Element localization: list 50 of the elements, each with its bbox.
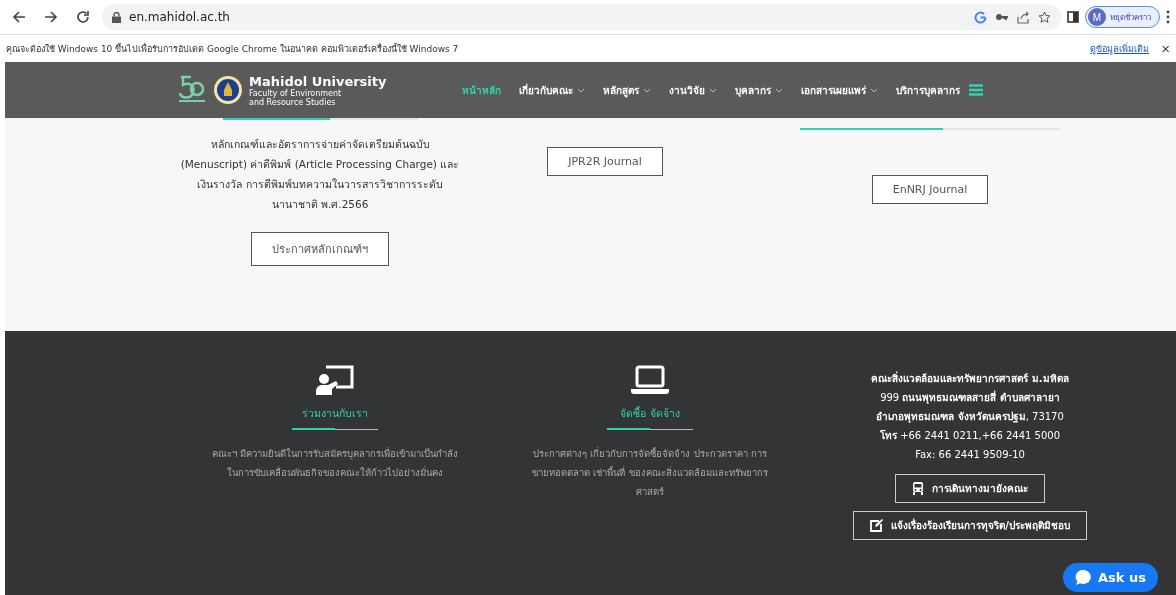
edit-icon [870, 519, 884, 532]
university-seal-icon [213, 75, 243, 105]
close-button[interactable]: × [1161, 40, 1170, 57]
laptop-icon [631, 365, 669, 395]
outline-button[interactable]: ประกาศหลักเกณฑ์ฯ [251, 232, 389, 266]
google-icon[interactable] [974, 10, 987, 24]
footer-description: คณะฯ มีความยินดีในการรับสมัครบุคลากรเพื่อเข้ามาเป็นกำลังในการขับเคลื่อนพันธกิจของคณะให้ก้าวไปอย่างมั่นคง [211, 446, 459, 480]
nav-item[interactable]: หลักสูตร [594, 82, 660, 98]
address-line: อำเภอพุทธมณฑล จังหวัดนครปฐม, 73170 [876, 410, 1064, 425]
nav-item[interactable]: หน้าหลัก [453, 82, 510, 98]
chat-bubble-icon [1075, 569, 1093, 586]
footer-button[interactable]: แจ้งเรื่องร้องเรียนการทุจริต/ประพฤติมิชอบ [853, 511, 1087, 540]
address-bar[interactable]: en.mahidol.ac.th [102, 4, 1061, 30]
url-text: en.mahidol.ac.th [129, 10, 231, 24]
presenter-icon [316, 365, 354, 395]
address-line: 999 ถนนพุทธมณฑลสายสี่ ตำบลศาลายา [880, 389, 1060, 406]
lock-icon [112, 11, 121, 23]
bus-icon [912, 482, 924, 495]
address-line: Fax: 66 2441 9509-10 [915, 448, 1025, 462]
logo-subtitle: and Resource Studies [249, 97, 337, 107]
nav-item[interactable]: เอกสารเผยแพร่ [792, 82, 887, 98]
reload-icon [76, 10, 90, 24]
address-line: คณะสิ่งแวดล้อมและทรัพยากรศาสตร์ ม.มหิดล [871, 370, 1069, 386]
hamburger-menu-icon[interactable] [969, 84, 983, 96]
footer-heading: จัดซื้อ จัดจ้าง [607, 405, 693, 430]
infobar-message: คุณจะต้องใช้ Windows 10 ขึ้นไปเพื่อรับการอัปเดต Google Chrome ในอนาคต คอมพิวเตอร์เครื่องนี้ใช้ Windows 7 [6, 42, 460, 56]
profile-button[interactable]: M หยุดชั่วคราว [1085, 6, 1160, 28]
share-icon[interactable] [1017, 10, 1030, 24]
address-line: โทร +66 2441 0211,+66 2441 5000 [879, 429, 1061, 443]
nav-item[interactable]: บริการบุคลากร [887, 82, 969, 98]
side-panel-icon[interactable] [1067, 11, 1079, 23]
learn-more-link[interactable]: ดูข้อมูลเพิ่มเติม [1090, 41, 1150, 56]
outline-button[interactable]: EnNRJ Journal [871, 175, 989, 204]
logo-subtitle: Faculty of Environment [249, 88, 342, 98]
logo-title: Mahidol University [249, 73, 387, 89]
key-icon[interactable] [995, 12, 1009, 22]
outline-button[interactable]: JPR2R Journal [547, 147, 663, 176]
footer-description: ประกาศต่างๆ เกี่ยวกับการจัดซื้อจัดจ้าง ประกวดราคา การขายทอดตลาด เช่าพื้นที่ ของคณะสิ่งแวดล้อมและทรัพยากรศาสตร์ [531, 446, 769, 499]
menu-icon[interactable] [1166, 10, 1170, 24]
nav-item[interactable]: บุคลากร [726, 82, 792, 98]
avatar-circle: M [1088, 8, 1106, 26]
footer-heading: ร่วมงานกับเรา [292, 405, 378, 430]
chat-button[interactable]: Ask us [1063, 563, 1158, 592]
nav-item[interactable]: เกี่ยวกับคณะ [510, 82, 594, 98]
star-icon[interactable] [1038, 10, 1051, 24]
back-arrow-icon [12, 10, 26, 24]
forward-arrow-icon [44, 10, 58, 24]
announcement-text: หลักเกณฑ์และอัตราการจ่ายค่าจัดเตรียมต้นฉบับ (Menuscript) ค่าตีพิมพ์ (Article Processing Charge) และเงินรางวัล การตีพิมพ์บทความในวารสารวิชาการระดับนานาชาติ พ.ศ.2566 [179, 137, 461, 212]
footer-button[interactable]: การเดินทางมายังคณะ [895, 474, 1045, 503]
nav-item[interactable]: งานวิจัย [660, 82, 726, 98]
